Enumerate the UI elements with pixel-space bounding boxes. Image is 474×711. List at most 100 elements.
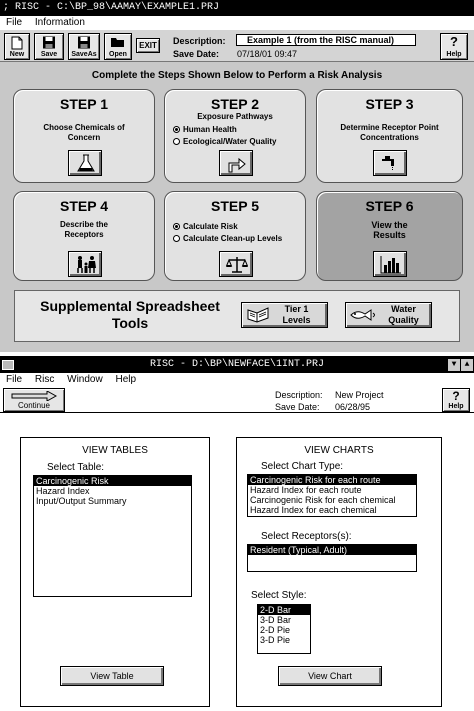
supplemental-tools-panel: Supplemental Spreadsheet Tools Tier 1 Le… — [14, 290, 460, 342]
menu-information[interactable]: Information — [35, 17, 85, 28]
list-item[interactable]: 2-D Pie — [258, 625, 310, 635]
table-listbox[interactable]: Carcinogenic Risk Hazard Index Input/Out… — [33, 475, 192, 597]
new-label: New — [9, 51, 25, 58]
step-3-button[interactable] — [373, 150, 407, 176]
receptors-listbox[interactable]: Resident (Typical, Adult) — [247, 544, 417, 572]
continue-button[interactable]: Continue — [3, 388, 65, 412]
save-date-label: Save Date: — [275, 402, 320, 412]
step-2-button[interactable] — [219, 150, 253, 176]
window-title: RISC - D:\BP\NEWFACE\1INT.PRJ — [149, 359, 325, 370]
step-6-desc: View the Results — [371, 220, 408, 240]
water-quality-label: Water Quality — [388, 304, 419, 325]
step-5-button[interactable] — [219, 251, 253, 277]
option-label: Calculate Clean-up Levels — [183, 234, 283, 243]
radio-ecological[interactable]: Ecological/Water Quality — [173, 137, 277, 146]
tier-1-levels-button[interactable]: Tier 1 Levels — [241, 302, 328, 328]
radio-empty-icon — [173, 138, 180, 145]
step-3-panel: STEP 3 Determine Receptor Point Concentr… — [316, 89, 463, 183]
step-1-desc: Choose Chemicals of Concern — [43, 123, 125, 142]
save-date-value: 07/18/01 09:47 — [237, 49, 298, 59]
step-2-title: STEP 2 — [211, 96, 259, 112]
instructions: Complete the Steps Shown Below to Perfor… — [91, 70, 383, 81]
help-button[interactable]: ? Help — [440, 33, 468, 60]
step-6-panel: STEP 6 View the Results — [316, 191, 463, 281]
help-button[interactable]: ? Help — [442, 388, 470, 412]
list-item[interactable]: 3-D Pie — [258, 635, 310, 645]
list-item[interactable]: Carcinogenic Risk for each chemical — [248, 495, 416, 505]
select-receptors-label: Select Receptors(s): — [261, 531, 352, 542]
select-table-label: Select Table: — [47, 462, 105, 473]
menu-bar: File Information — [0, 16, 474, 30]
step-2-panel: STEP 2 Exposure Pathways Human Health Ec… — [164, 89, 306, 183]
list-item[interactable]: 2-D Bar — [258, 605, 310, 615]
maximize-icon[interactable]: ▲ — [461, 359, 473, 371]
step-1-button[interactable] — [68, 150, 102, 176]
view-table-button[interactable]: View Table — [60, 666, 164, 686]
list-item[interactable]: Hazard Index for each chemical — [248, 505, 416, 515]
radio-cleanup-levels[interactable]: Calculate Clean-up Levels — [173, 234, 282, 243]
save-button[interactable]: Save — [34, 33, 64, 60]
menu-file[interactable]: File — [6, 17, 22, 28]
list-item[interactable]: 3-D Bar — [258, 615, 310, 625]
menu-window[interactable]: Window — [67, 374, 103, 385]
description-field[interactable]: Example 1 (from the RISC manual) — [236, 34, 416, 46]
arrow-turn-icon — [228, 157, 246, 173]
step-4-button[interactable] — [68, 251, 102, 277]
floppy-icon — [78, 36, 90, 49]
option-label: Human Health — [183, 125, 237, 134]
fish-icon — [350, 309, 375, 321]
step-1-panel: STEP 1 Choose Chemicals of Concern — [13, 89, 155, 183]
faucet-icon — [382, 156, 394, 171]
option-label: Ecological/Water Quality — [183, 137, 277, 146]
bar-chart-icon — [380, 256, 401, 274]
window-title: ; RISC - C:\BP_98\AAMAY\EXAMPLE1.PRJ — [3, 2, 220, 13]
list-item[interactable]: Resident (Typical, Adult) — [248, 545, 416, 555]
option-label: Calculate Risk — [183, 222, 238, 231]
step-4-title: STEP 4 — [60, 198, 108, 214]
help-label: Help — [446, 51, 462, 58]
menu-help[interactable]: Help — [116, 374, 137, 385]
step-6-button[interactable] — [373, 251, 407, 277]
list-item[interactable]: Hazard Index for each route — [248, 485, 416, 495]
view-chart-button[interactable]: View Chart — [278, 666, 382, 686]
list-item[interactable]: Hazard Index — [34, 486, 191, 496]
risc-main-window: ; RISC - C:\BP_98\AAMAY\EXAMPLE1.PRJ Fil… — [0, 0, 474, 352]
new-button[interactable]: New — [4, 33, 30, 60]
step-1-title: STEP 1 — [60, 96, 108, 112]
question-icon: ? — [450, 34, 458, 49]
new-file-icon — [11, 36, 23, 50]
list-item[interactable]: Carcinogenic Risk — [34, 476, 191, 486]
exit-button[interactable]: EXIT — [136, 38, 160, 53]
question-icon: ? — [452, 389, 460, 403]
save-as-button[interactable]: SaveAs — [68, 33, 100, 60]
description-value: Example 1 (from the RISC manual) — [247, 35, 395, 45]
toolbar: Continue Description: New Project Save D… — [0, 387, 474, 413]
description-value: New Project — [335, 390, 384, 400]
toolbar: New Save SaveAs Open EXIT Description: E… — [0, 30, 474, 62]
menu-risc[interactable]: Risc — [35, 374, 54, 385]
step-2-desc: Exposure Pathways — [197, 112, 273, 121]
select-style-label: Select Style: — [251, 590, 307, 601]
step-4-panel: STEP 4 Describe the Receptors — [13, 191, 155, 281]
menu-file[interactable]: File — [6, 374, 22, 385]
select-chart-type-label: Select Chart Type: — [261, 461, 344, 472]
minimize-icon[interactable]: ▼ — [448, 359, 460, 371]
radio-human-health[interactable]: Human Health — [173, 125, 237, 134]
save-date-label: Save Date: — [173, 49, 220, 59]
water-quality-button[interactable]: Water Quality — [345, 302, 432, 328]
tier-1-levels-label: Tier 1 Levels — [282, 304, 311, 325]
radio-empty-icon — [173, 235, 180, 242]
risc-results-window: RISC - D:\BP\NEWFACE\1INT.PRJ ▼ ▲ File R… — [0, 356, 474, 711]
open-button[interactable]: Open — [104, 33, 132, 60]
family-icon — [77, 256, 96, 273]
step-3-title: STEP 3 — [365, 96, 414, 112]
view-tables-title: VIEW TABLES — [82, 445, 148, 456]
radio-calculate-risk[interactable]: Calculate Risk — [173, 222, 238, 231]
content-area: VIEW TABLES Select Table: Carcinogenic R… — [0, 415, 474, 711]
chart-type-listbox[interactable]: Carcinogenic Risk for each route Hazard … — [247, 474, 417, 517]
save-label: Save — [40, 51, 58, 58]
title-bar: RISC - D:\BP\NEWFACE\1INT.PRJ ▼ ▲ — [0, 357, 474, 373]
style-listbox[interactable]: 2-D Bar 3-D Bar 2-D Pie 3-D Pie — [257, 604, 311, 654]
list-item[interactable]: Input/Output Summary — [34, 496, 191, 506]
list-item[interactable]: Carcinogenic Risk for each route — [248, 475, 416, 485]
